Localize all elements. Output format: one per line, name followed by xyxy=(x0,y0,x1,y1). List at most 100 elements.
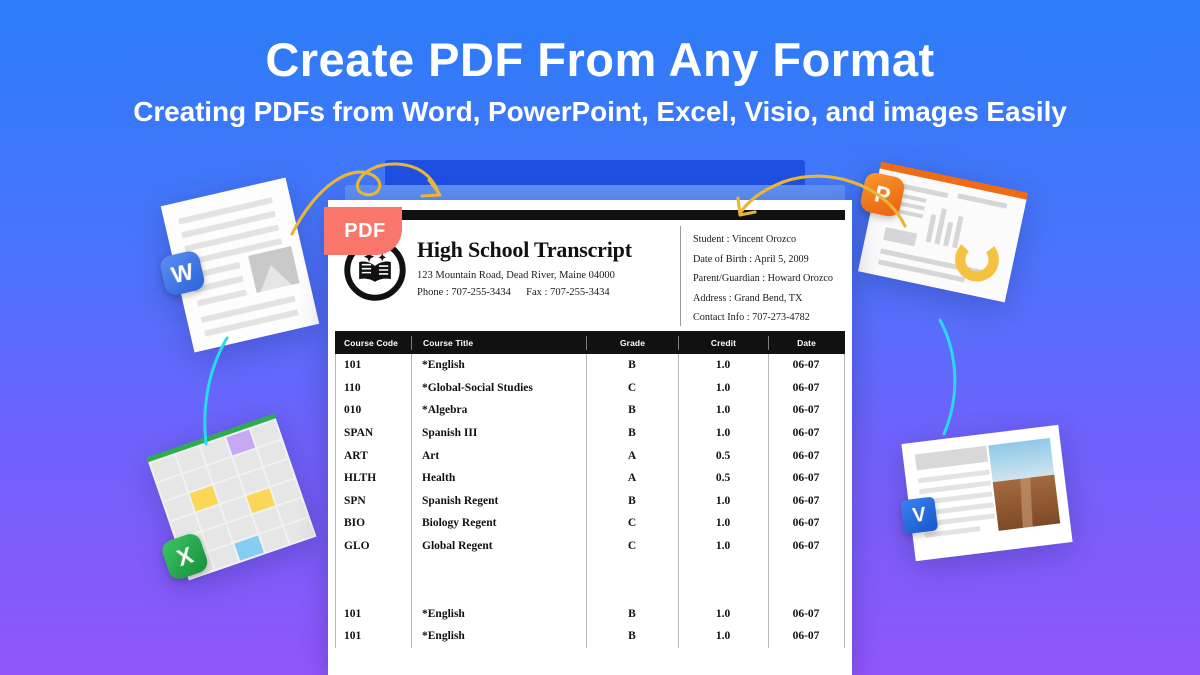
page-subtitle: Creating PDFs from Word, PowerPoint, Exc… xyxy=(133,95,1067,127)
cell-course-code: SPAN xyxy=(344,427,374,440)
cell-date: 06-07 xyxy=(792,359,820,372)
cell-course-title: Art xyxy=(422,449,440,462)
fax-number: 707-255-3434 xyxy=(550,287,610,298)
column-header-date: Date xyxy=(768,335,844,350)
table-row: 101 *English B 1.0 06-07 xyxy=(335,354,845,377)
cell-credit: 1.0 xyxy=(715,540,731,553)
cell-course-title: Biology Regent xyxy=(422,517,497,530)
cell-course-code: 101 xyxy=(344,630,362,643)
cell-grade: B xyxy=(628,404,636,417)
cell-date: 06-07 xyxy=(792,494,820,507)
pdf-badge: PDF xyxy=(324,207,402,255)
promo-banner: Create PDF From Any Format Creating PDFs… xyxy=(0,0,1200,675)
cell-credit: 1.0 xyxy=(715,427,731,440)
table-header-row: Course Code Course Title Grade Credit Da… xyxy=(335,331,845,354)
column-header-course-code: Course Code xyxy=(344,337,398,348)
table-body: 101 *English B 1.0 06-07 110 *Global-Social St… xyxy=(335,354,845,648)
cell-course-code: BIO xyxy=(344,517,366,530)
table-row: 110 *Global-Social Studies C 1.0 06-07 xyxy=(335,377,845,400)
table-row: SPAN Spanish III B 1.0 06-07 xyxy=(335,422,845,445)
cell-date: 06-07 xyxy=(792,630,820,643)
cell-course-title: Spanish III xyxy=(422,427,478,440)
cell-grade: B xyxy=(628,630,636,643)
meta-guardian: Parent/Guardian : Howard Orozco xyxy=(693,273,834,284)
cell-grade: C xyxy=(627,381,637,394)
cell-course-title: Spanish Regent xyxy=(422,494,499,507)
transcript-document[interactable]: High School Transcript 123 Mountain Road… xyxy=(328,200,852,675)
column-header-grade: Grade xyxy=(586,335,678,350)
cell-course-code: GLO xyxy=(344,540,370,553)
cell-credit: 1.0 xyxy=(715,359,731,372)
table-row: 010 *Algebra B 1.0 06-07 xyxy=(335,399,845,422)
hero-text-block: Create PDF From Any Format Creating PDFs… xyxy=(0,33,1200,128)
cell-credit: 1.0 xyxy=(715,517,731,530)
pdf-badge-label: PDF xyxy=(344,219,386,242)
cell-course-title: *Algebra xyxy=(422,404,468,417)
cell-credit: 1.0 xyxy=(715,381,731,394)
visio-paper xyxy=(901,424,1073,562)
table-row: HLTH Health A 0.5 06-07 xyxy=(335,467,845,490)
cell-date: 06-07 xyxy=(792,540,820,553)
school-address: 123 Mountain Road, Dead River, Maine 040… xyxy=(417,270,615,281)
cell-course-code: 101 xyxy=(344,359,362,372)
cell-grade: B xyxy=(628,607,636,620)
cell-date: 06-07 xyxy=(792,517,820,530)
cell-course-code: HLTH xyxy=(344,472,377,485)
phone-label: Phone : xyxy=(417,287,449,298)
table-row: ART Art A 0.5 06-07 xyxy=(335,444,845,467)
cell-grade: C xyxy=(627,517,637,530)
cell-grade: A xyxy=(627,472,637,485)
meta-contact: Contact Info : 707-273-4782 xyxy=(693,312,810,323)
cell-course-code: 101 xyxy=(344,607,362,620)
meta-dob: Date of Birth : April 5, 2009 xyxy=(693,253,809,265)
column-header-course-title: Course Title xyxy=(411,335,586,350)
cell-course-code: ART xyxy=(344,449,368,462)
cell-course-code: 010 xyxy=(344,404,362,417)
table-row: SPN Spanish Regent B 1.0 06-07 xyxy=(335,490,845,513)
word-image-placeholder xyxy=(248,246,300,293)
meta-address: Address : Grand Bend, TX xyxy=(693,292,803,304)
cell-date: 06-07 xyxy=(792,449,820,462)
cell-date: 06-07 xyxy=(792,381,820,394)
cell-date: 06-07 xyxy=(792,404,820,417)
phone-number: 707-255-3434 xyxy=(451,287,511,298)
cell-credit: 1.0 xyxy=(715,404,731,417)
cell-date: 06-07 xyxy=(792,607,820,620)
cell-grade: B xyxy=(628,427,636,440)
cell-course-code: 110 xyxy=(344,381,361,394)
arrow-right-to-document xyxy=(736,174,907,228)
cell-course-title: Global Regent xyxy=(422,540,493,553)
table-gap xyxy=(335,557,845,602)
visio-document-icon[interactable]: V xyxy=(900,424,1073,562)
cell-credit: 0.5 xyxy=(715,449,731,462)
cell-date: 06-07 xyxy=(792,472,820,485)
table-row: BIO Biology Regent C 1.0 06-07 xyxy=(335,512,845,535)
page-title: Create PDF From Any Format xyxy=(265,33,935,86)
table-row: 101 *English B 1.0 06-07 xyxy=(335,625,845,648)
table-row: 101 *English B 1.0 06-07 xyxy=(335,602,845,625)
cell-course-code: SPN xyxy=(344,494,366,507)
cell-course-title: *English xyxy=(422,607,465,620)
cell-date: 06-07 xyxy=(792,427,820,440)
cell-course-title: *English xyxy=(422,359,465,372)
cell-grade: B xyxy=(628,359,636,372)
table-row: GLO Global Regent C 1.0 06-07 xyxy=(335,535,845,558)
cell-credit: 1.0 xyxy=(715,630,731,643)
cell-course-title: *English xyxy=(422,630,465,643)
arc-left-decoration xyxy=(203,336,229,446)
visio-photo xyxy=(988,437,1061,531)
school-title: High School Transcript xyxy=(417,237,632,262)
cell-grade: A xyxy=(627,449,637,462)
arc-right-decoration xyxy=(938,318,957,436)
cell-credit: 0.5 xyxy=(715,472,731,485)
transcript-table: Course Code Course Title Grade Credit Da… xyxy=(335,331,845,648)
cell-course-title: Health xyxy=(422,472,456,485)
column-header-credit: Credit xyxy=(678,335,768,350)
cell-course-title: *Global-Social Studies xyxy=(422,381,533,394)
fax-label: Fax : xyxy=(526,287,548,298)
cell-credit: 1.0 xyxy=(715,607,731,620)
school-contact: Phone : 707-255-3434 Fax : 707-255-3434 xyxy=(417,287,632,298)
cell-grade: B xyxy=(628,494,636,507)
cell-credit: 1.0 xyxy=(715,494,731,507)
cell-grade: C xyxy=(627,540,637,553)
